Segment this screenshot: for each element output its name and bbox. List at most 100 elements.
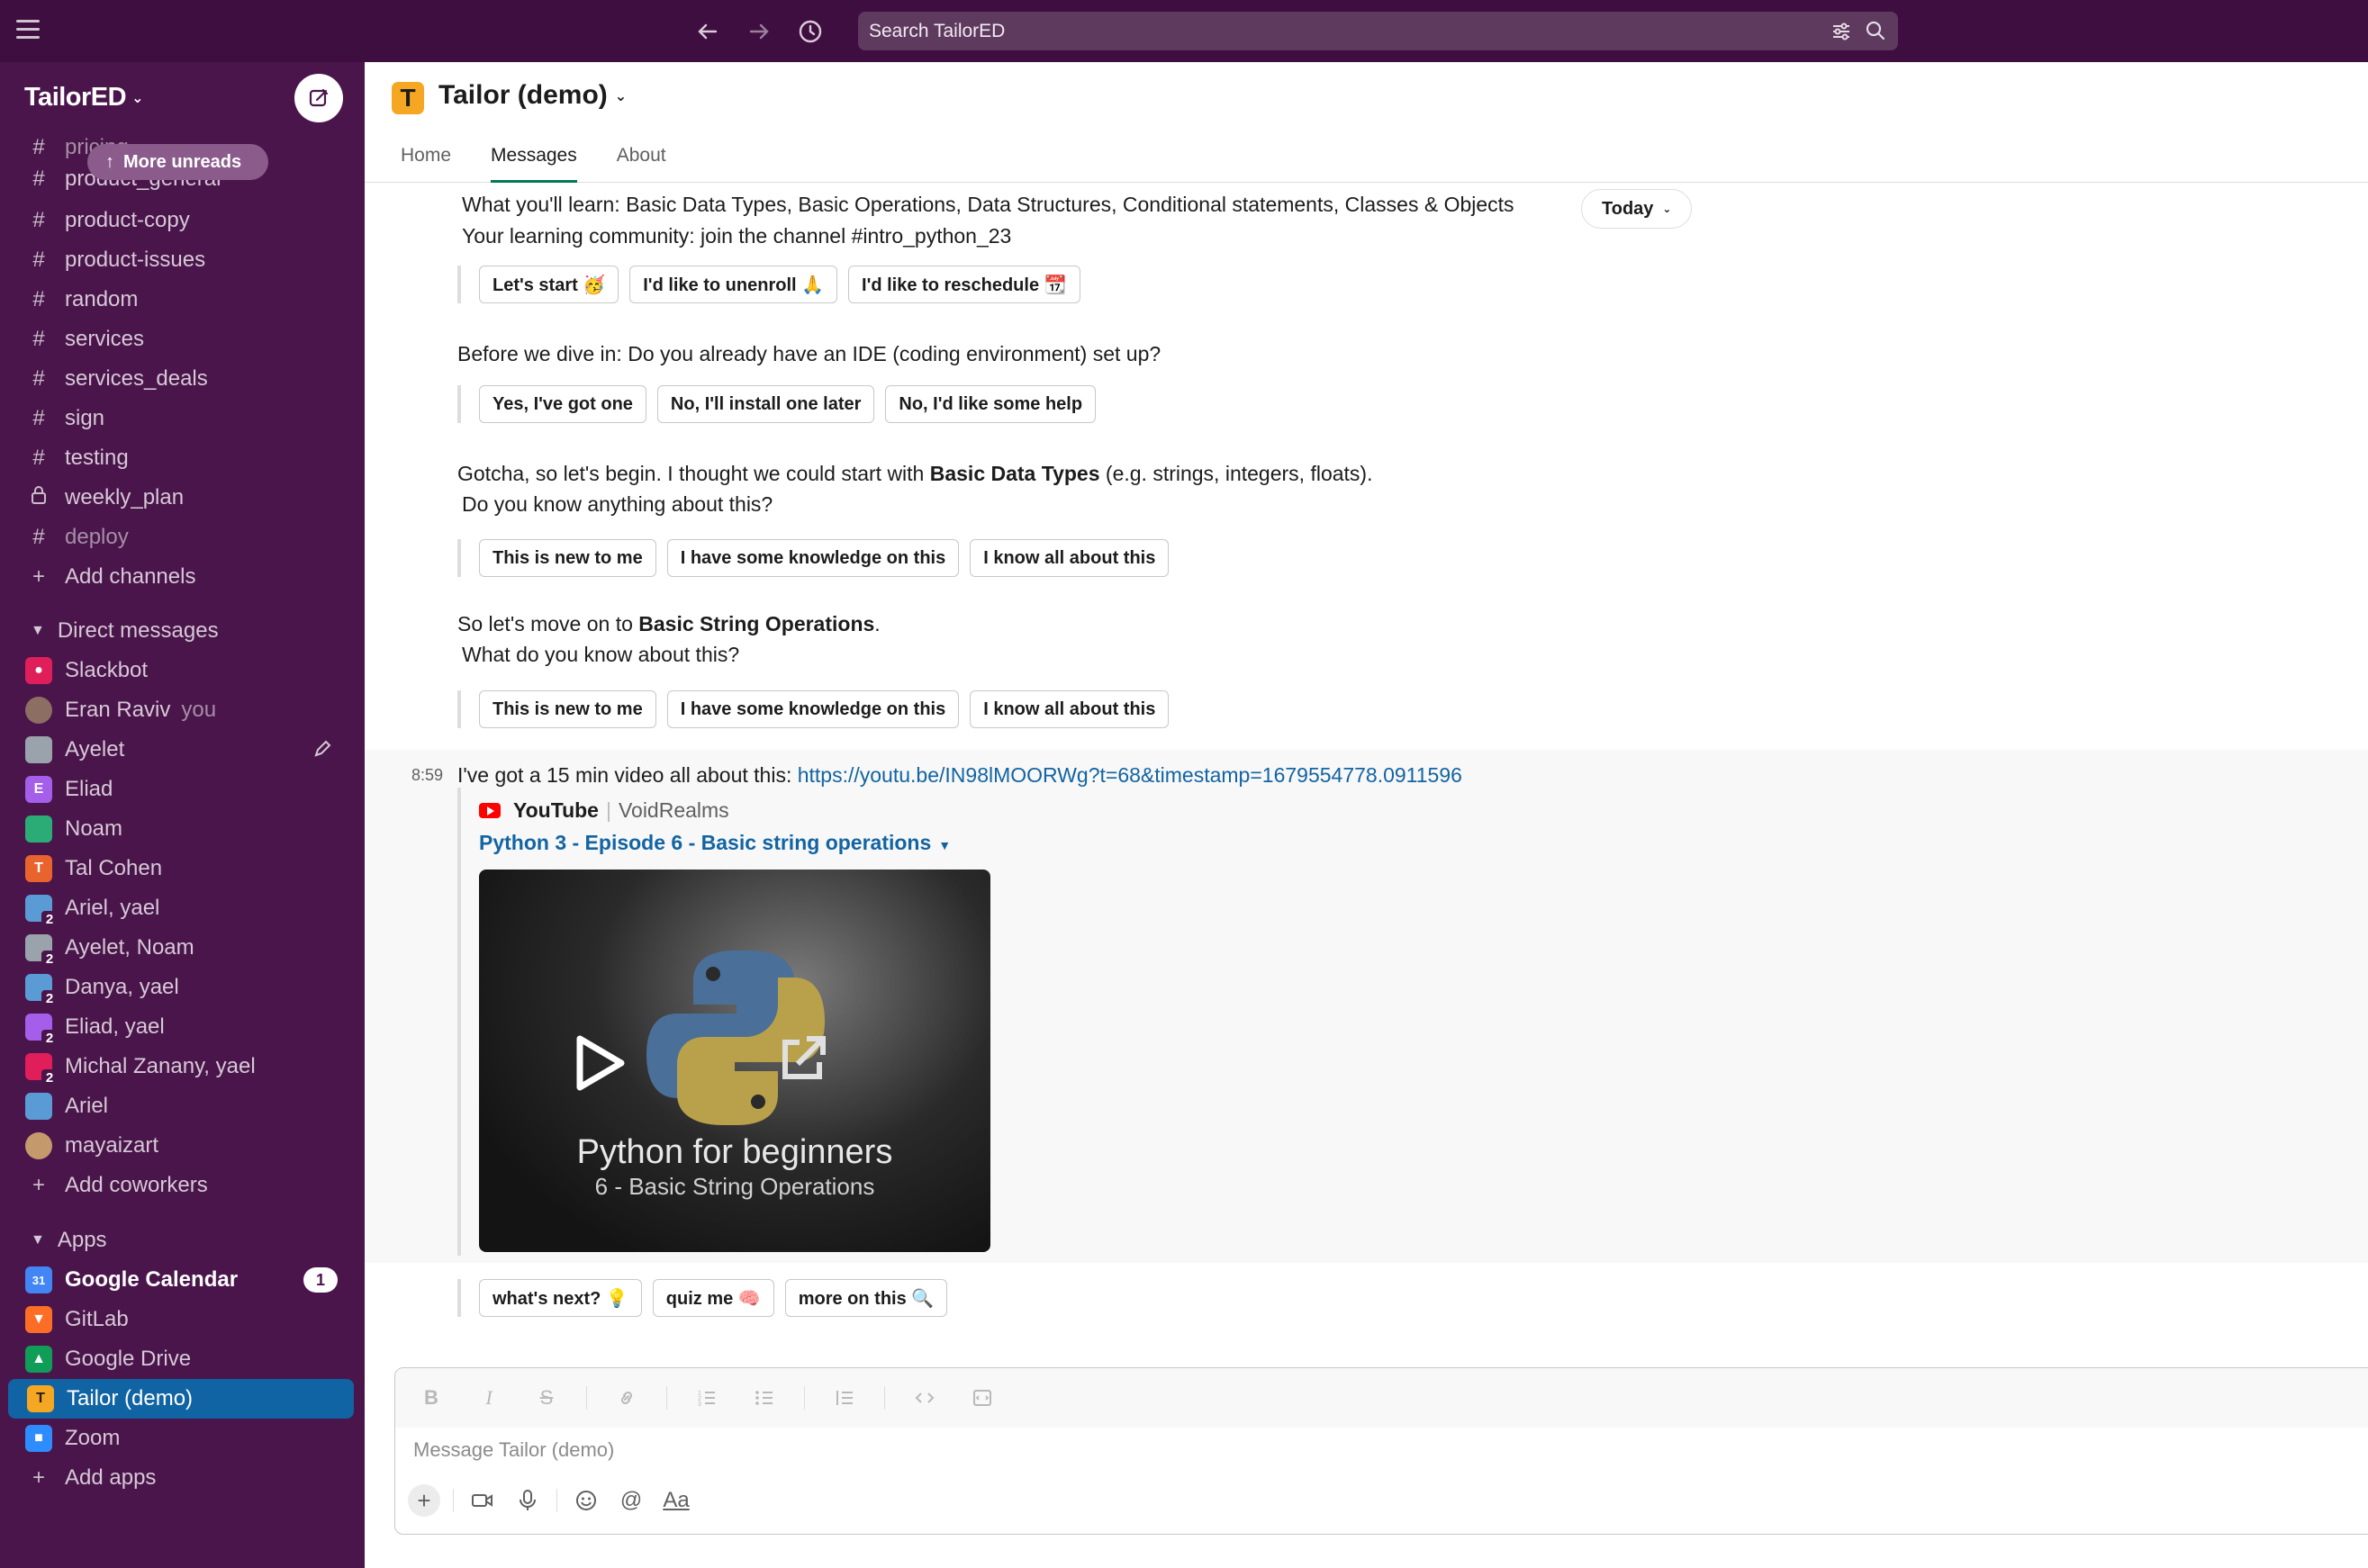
sidebar-channel-product-copy[interactable]: # product-copy <box>0 201 365 240</box>
channel-header: T Tailor (demo) ⌄ Home Messages About <box>365 62 2368 183</box>
video-thumbnail[interactable]: Python for beginners 6 - Basic String Op… <box>479 870 990 1252</box>
more-on-this-button[interactable]: more on this 🔍 <box>784 1279 948 1317</box>
sidebar-channel-random[interactable]: # random <box>0 280 365 320</box>
compose-button[interactable] <box>294 74 343 122</box>
search-bar[interactable]: Search TailorED <box>858 12 1898 50</box>
whats-next-button[interactable]: what's next? 💡 <box>479 1279 642 1317</box>
avatar: T <box>25 855 52 882</box>
dm-ayelet-noam[interactable]: 2 Ayelet, Noam <box>0 928 365 968</box>
search-icon[interactable] <box>1864 19 1887 42</box>
new-to-me-button[interactable]: This is new to me <box>479 690 656 728</box>
channel-title[interactable]: Tailor (demo) ⌄ <box>438 80 627 111</box>
sidebar-channel-deploy[interactable]: # deploy <box>0 518 365 557</box>
back-arrow-icon[interactable] <box>691 14 725 49</box>
lets-start-button[interactable]: Let's start 🥳 <box>479 266 619 303</box>
group-avatar: 2 <box>25 974 58 1006</box>
sidebar-channel-sign[interactable]: # sign <box>0 399 365 438</box>
workspace-header[interactable]: TailorED ⌄ <box>0 62 365 132</box>
know-all-button[interactable]: I know all about this <box>970 690 1170 728</box>
link-icon[interactable] <box>609 1380 645 1416</box>
ordered-list-icon[interactable]: 123 <box>689 1380 725 1416</box>
dm-eliad[interactable]: E Eliad <box>0 770 365 809</box>
caret-down-icon[interactable]: ▼ <box>938 838 951 852</box>
some-knowledge-button[interactable]: I have some knowledge on this <box>666 690 960 728</box>
dm-eliad-yael[interactable]: 2 Eliad, yael <box>0 1007 365 1047</box>
reschedule-button[interactable]: I'd like to reschedule 📆 <box>848 266 1080 303</box>
emoji-icon[interactable] <box>570 1484 602 1517</box>
menu-icon[interactable] <box>16 20 40 41</box>
message-timestamp[interactable]: 8:59 <box>411 766 443 785</box>
message-list: Today ⌄ What you'll learn: Basic Data Typ… <box>365 183 2368 1353</box>
dm-ariel-yael[interactable]: 2 Ariel, yael <box>0 888 365 928</box>
sidebar-channel-weekly-plan[interactable]: weekly_plan <box>0 478 365 518</box>
attach-plus-button[interactable]: + <box>408 1484 440 1517</box>
video-title-link[interactable]: Python 3 - Episode 6 - Basic string oper… <box>479 831 951 855</box>
sidebar-channel-testing[interactable]: # testing <box>0 438 365 478</box>
dm-ayelet[interactable]: Ayelet <box>0 730 365 770</box>
have-ide-button[interactable]: Yes, I've got one <box>479 385 646 423</box>
dm-mayaizart[interactable]: mayaizart <box>0 1126 365 1166</box>
forward-arrow-icon[interactable] <box>742 14 776 49</box>
install-later-button[interactable]: No, I'll install one later <box>656 385 875 423</box>
dm-tal-cohen[interactable]: T Tal Cohen <box>0 849 365 888</box>
dm-eran-raviv[interactable]: Eran Raviv you <box>0 690 365 730</box>
dm-michal-zanany-yael[interactable]: 2 Michal Zanany, yael <box>0 1047 365 1086</box>
tab-messages[interactable]: Messages <box>491 145 577 183</box>
app-google-calendar[interactable]: 31 Google Calendar 1 <box>0 1260 365 1300</box>
caret-down-icon: ▼ <box>31 1232 45 1248</box>
italic-icon[interactable]: I <box>471 1380 507 1416</box>
text-format-toggle[interactable]: Aa <box>660 1484 692 1517</box>
play-icon[interactable] <box>573 1033 627 1093</box>
action-buttons: Let's start 🥳 I'd like to unenroll 🙏 I'd… <box>457 266 1080 303</box>
bold-icon[interactable]: B <box>413 1380 449 1416</box>
sidebar-channel-services[interactable]: # services <box>0 320 365 359</box>
sidebar-channel-services-deals[interactable]: # services_deals <box>0 359 365 399</box>
unenroll-button[interactable]: I'd like to unenroll 🙏 <box>629 266 838 303</box>
tab-home[interactable]: Home <box>401 145 451 183</box>
app-google-drive[interactable]: ▲ Google Drive <box>0 1339 365 1379</box>
date-divider-today[interactable]: Today ⌄ <box>1581 189 1693 229</box>
history-clock-icon[interactable] <box>793 14 827 49</box>
code-icon[interactable] <box>907 1380 943 1416</box>
thumbnail-subtitle: 6 - Basic String Operations <box>594 1173 875 1200</box>
video-link[interactable]: https://youtu.be/IN98lMOORWg?t=68&timest… <box>798 763 1462 787</box>
blockquote-icon[interactable] <box>827 1380 863 1416</box>
know-all-button[interactable]: I know all about this <box>970 539 1170 577</box>
pencil-icon[interactable] <box>312 739 332 759</box>
video-camera-icon[interactable] <box>466 1484 499 1517</box>
apps-section[interactable]: ▼ Apps <box>0 1221 365 1260</box>
need-help-button[interactable]: No, I'd like some help <box>885 385 1097 423</box>
some-knowledge-button[interactable]: I have some knowledge on this <box>666 539 960 577</box>
app-zoom[interactable]: ■ Zoom <box>0 1419 365 1458</box>
group-avatar: 2 <box>25 934 58 967</box>
code-block-icon[interactable] <box>964 1380 1000 1416</box>
direct-messages-section[interactable]: ▼ Direct messages <box>0 611 365 651</box>
bulleted-list-icon[interactable] <box>746 1380 782 1416</box>
new-to-me-button[interactable]: This is new to me <box>479 539 656 577</box>
dm-ariel[interactable]: Ariel <box>0 1086 365 1126</box>
message-composer[interactable]: B I S 123 Message Tailor (demo) + @ Aa <box>394 1367 2368 1535</box>
dm-danya-yael[interactable]: 2 Danya, yael <box>0 968 365 1007</box>
sidebar-channel-product-issues[interactable]: # product-issues <box>0 240 365 280</box>
workspace-name[interactable]: TailorED ⌄ <box>24 83 143 113</box>
chevron-down-icon: ⌄ <box>131 91 143 107</box>
tab-about[interactable]: About <box>617 145 666 183</box>
group-avatar: 2 <box>25 895 58 927</box>
app-gitlab[interactable]: ▼ GitLab <box>0 1300 365 1339</box>
add-apps-button[interactable]: + Add apps <box>0 1458 365 1498</box>
mention-icon[interactable]: @ <box>615 1484 647 1517</box>
message-input[interactable]: Message Tailor (demo) <box>413 1438 614 1462</box>
external-link-icon[interactable] <box>774 1032 830 1087</box>
more-unreads-button[interactable]: ↑ More unreads <box>87 144 269 180</box>
strikethrough-icon[interactable]: S <box>529 1380 565 1416</box>
quiz-me-button[interactable]: quiz me 🧠 <box>652 1279 774 1317</box>
composer-tools: + @ Aa <box>408 1484 705 1517</box>
app-tailor-demo[interactable]: T Tailor (demo) <box>8 1379 354 1419</box>
add-coworkers-button[interactable]: + Add coworkers <box>0 1166 365 1205</box>
microphone-icon[interactable] <box>511 1484 544 1517</box>
add-channels-button[interactable]: + Add channels <box>0 557 365 597</box>
dm-slackbot[interactable]: ● Slackbot <box>0 651 365 690</box>
filter-icon[interactable] <box>1830 20 1853 43</box>
slackbot-avatar: ● <box>25 657 52 684</box>
dm-noam[interactable]: Noam <box>0 809 365 849</box>
